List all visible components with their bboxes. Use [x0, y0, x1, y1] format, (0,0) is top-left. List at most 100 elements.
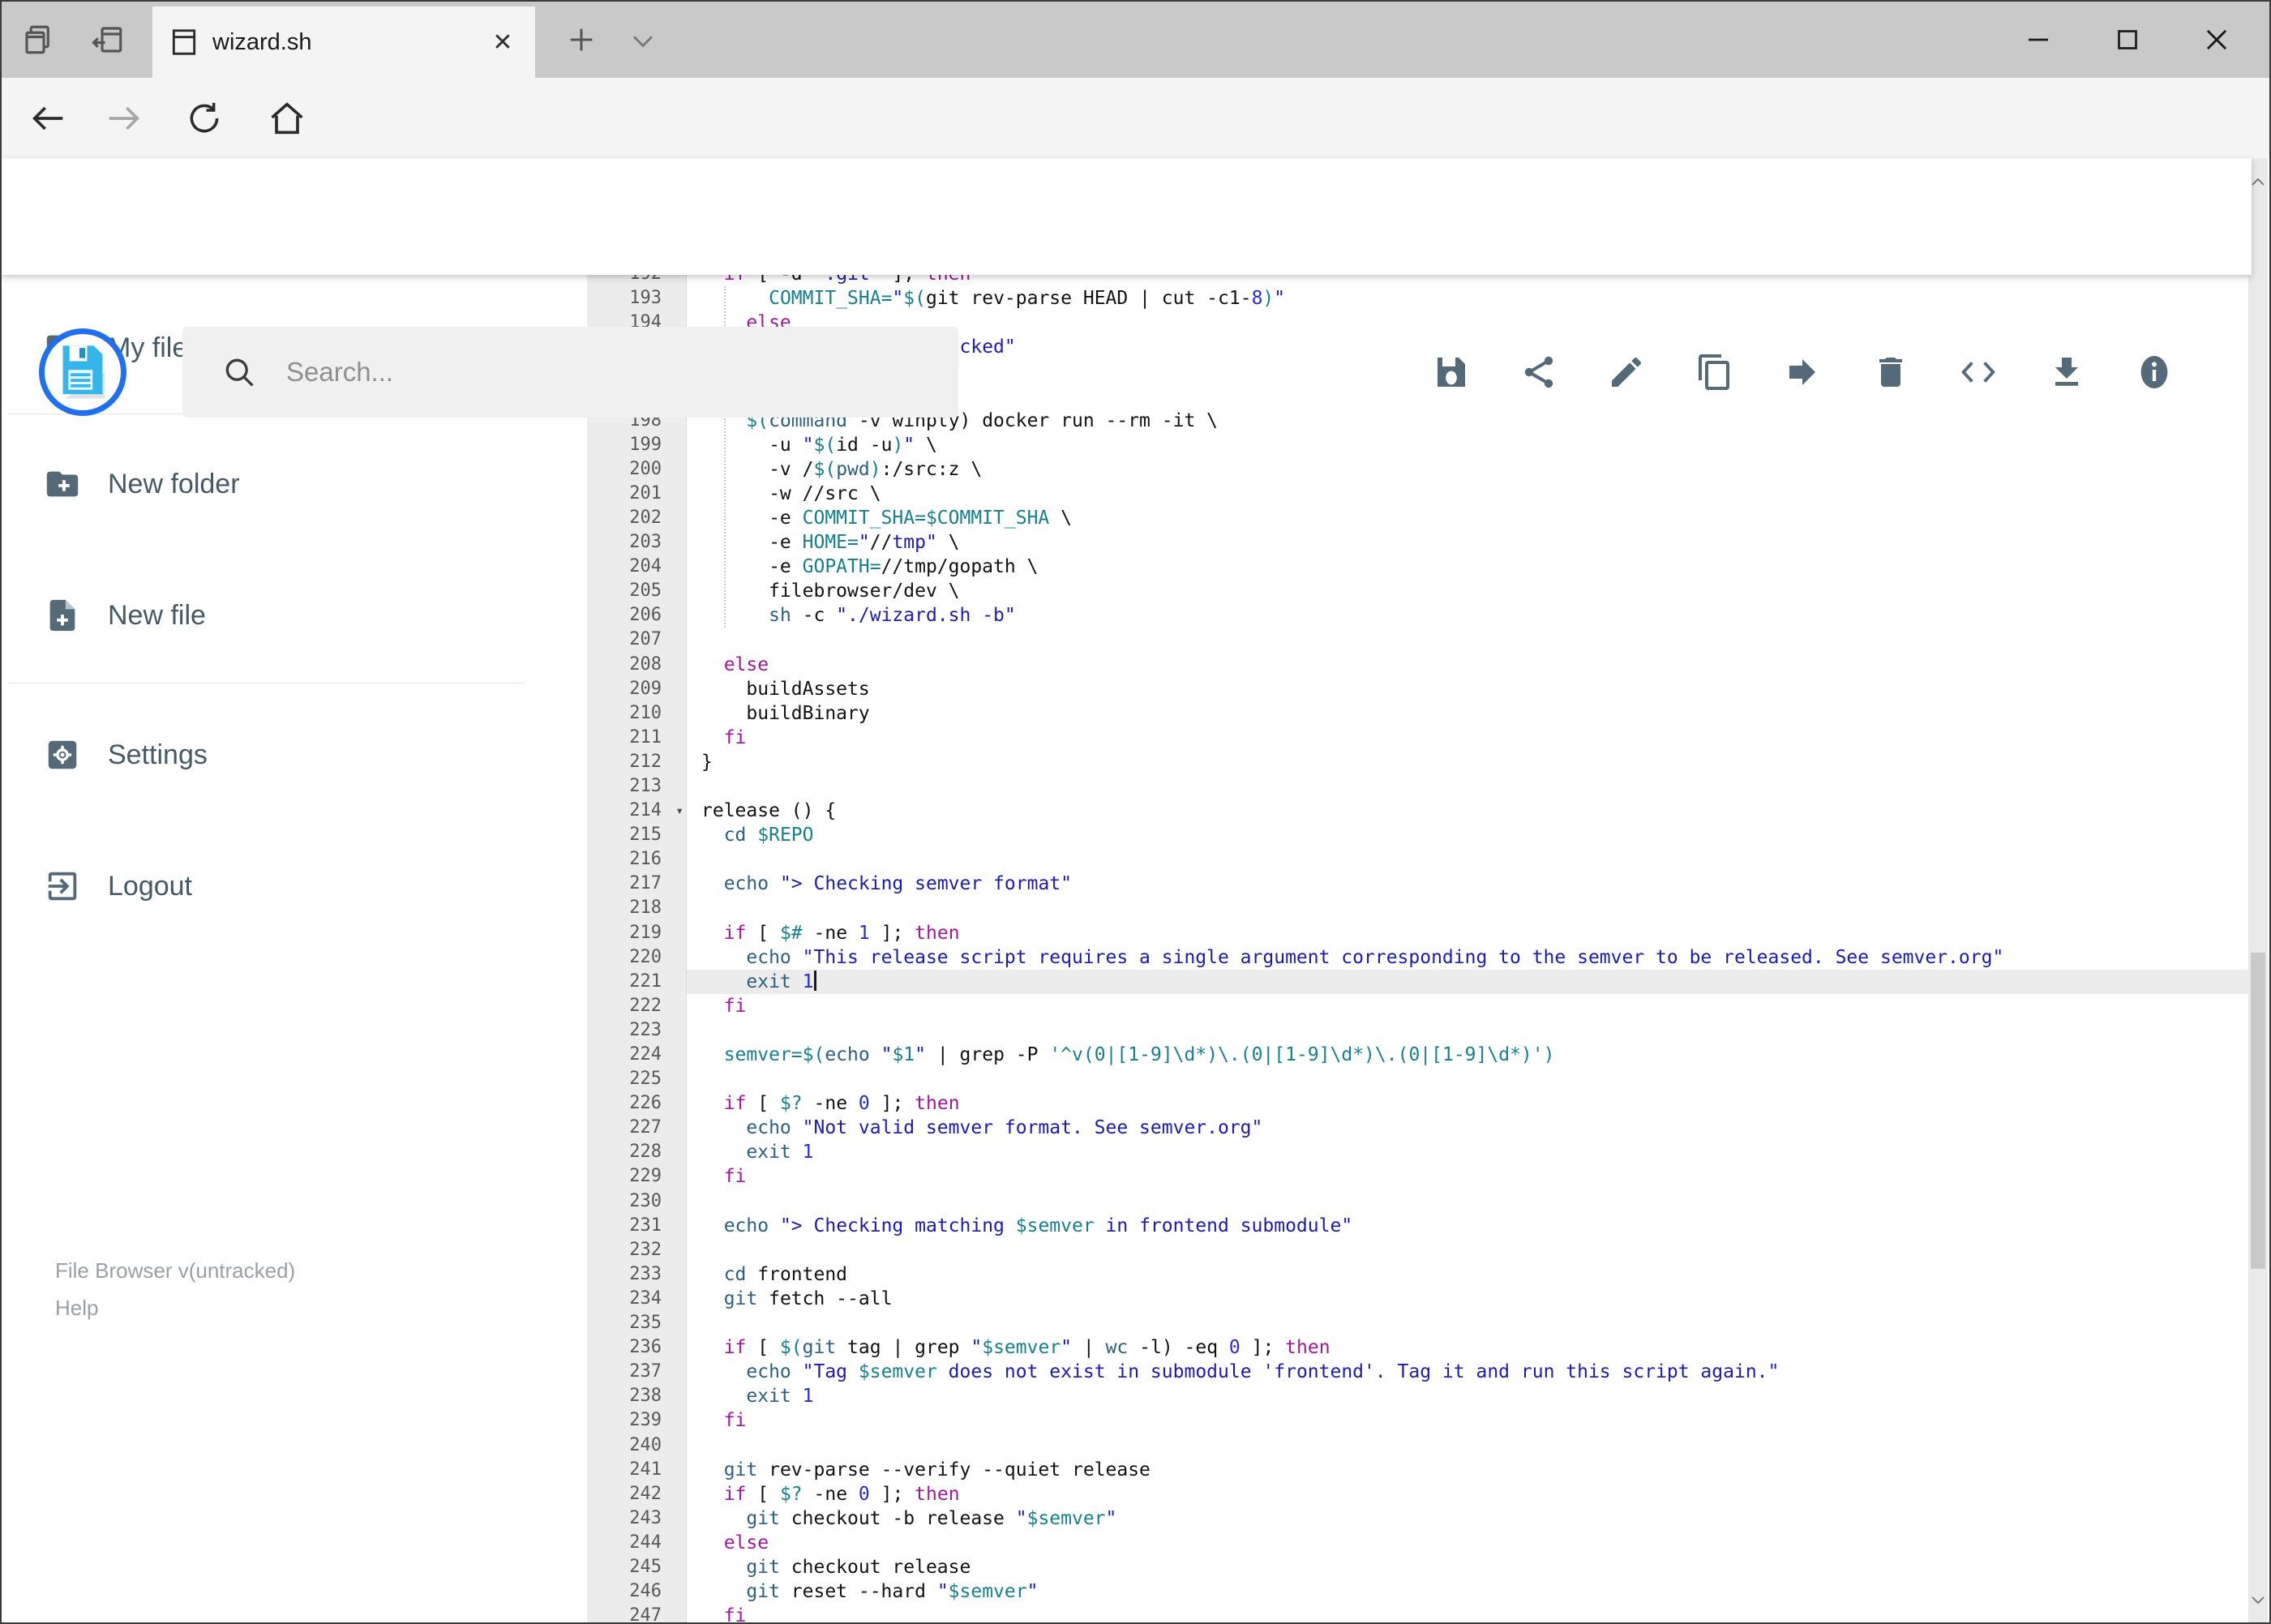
code-line-text[interactable]: if [ $? -ne 0 ]; then	[687, 1482, 2252, 1506]
share-button[interactable]	[1519, 352, 1559, 392]
line-number[interactable]: 222	[587, 993, 687, 1018]
code-line-text[interactable]	[687, 1067, 2252, 1091]
line-number[interactable]: 227	[587, 1116, 687, 1141]
code-line-text[interactable]: echo "> Checking semver format"	[687, 872, 2252, 896]
sidebar-item-new-folder[interactable]: New folder	[2, 458, 569, 510]
scrollbar-thumb[interactable]	[2251, 953, 2265, 1269]
code-line-text[interactable]	[687, 1433, 2252, 1458]
code-line-text[interactable]: cd frontend	[687, 1262, 2252, 1287]
line-number[interactable]: 210	[587, 701, 687, 726]
code-line-text[interactable]	[687, 1189, 2252, 1214]
sidebar-item-settings[interactable]: Settings	[2, 729, 569, 781]
line-number[interactable]: 208	[587, 652, 687, 677]
sidebar-item-logout[interactable]: Logout	[2, 860, 569, 912]
line-number[interactable]: 200	[587, 456, 687, 482]
code-line-text[interactable]: buildBinary	[687, 701, 2252, 726]
line-number[interactable]: 239	[587, 1408, 687, 1433]
line-number[interactable]: 215	[587, 823, 687, 848]
line-number[interactable]: 243	[587, 1506, 687, 1531]
code-line-text[interactable]: fi	[687, 994, 2252, 1018]
close-window-button[interactable]	[2172, 2, 2261, 78]
move-button[interactable]	[1782, 352, 1823, 392]
code-line-text[interactable]: }	[687, 750, 2252, 774]
scroll-down-button[interactable]	[2248, 1582, 2268, 1618]
line-number[interactable]: 233	[587, 1262, 687, 1287]
code-line-text[interactable]	[687, 847, 2252, 872]
save-button[interactable]	[1430, 352, 1471, 392]
code-line-text[interactable]: -e HOME="//tmp" \	[687, 530, 2252, 555]
line-number[interactable]: 228	[587, 1140, 687, 1165]
line-number[interactable]: 240	[587, 1433, 687, 1458]
code-view-button[interactable]	[1958, 352, 1999, 392]
maximize-button[interactable]	[2083, 2, 2172, 78]
code-line-text[interactable]: if [ $(git tag | grep "$semver" | wc -l)…	[687, 1335, 2252, 1360]
line-number[interactable]: 224	[587, 1043, 687, 1068]
search-box[interactable]	[182, 327, 958, 418]
line-number[interactable]: 221	[587, 969, 687, 994]
code-line-text[interactable]: exit 1	[687, 969, 2252, 994]
code-line-text[interactable]: if [ -d ".git" ]; then	[687, 275, 2252, 286]
code-line-text[interactable]: cd $REPO	[687, 823, 2252, 847]
code-line-text[interactable]: exit 1	[687, 1384, 2252, 1408]
line-number[interactable]: 193	[587, 286, 687, 311]
code-line-text[interactable]: else	[687, 653, 2252, 677]
code-line-text[interactable]	[687, 1238, 2252, 1262]
code-line-text[interactable]: if [ $# -ne 1 ]; then	[687, 921, 2252, 945]
fold-marker-icon[interactable]: ▾	[675, 799, 683, 823]
line-number[interactable]: 216	[587, 847, 687, 872]
line-number[interactable]: 204	[587, 555, 687, 580]
tab-list-dropdown-button[interactable]	[624, 24, 662, 57]
line-number[interactable]: 219	[587, 920, 687, 945]
tab-close-button[interactable]: ✕	[486, 28, 519, 57]
code-line-text[interactable]: fi	[687, 1604, 2252, 1622]
line-number[interactable]: 199	[587, 432, 687, 457]
line-number[interactable]: 234	[587, 1286, 687, 1312]
set-tabs-aside-button[interactable]	[89, 21, 126, 58]
code-line-text[interactable]: echo "Tag $semver does not exist in subm…	[687, 1360, 2252, 1384]
code-line-text[interactable]: filebrowser/dev \	[687, 579, 2252, 603]
line-number[interactable]: 212	[587, 749, 687, 774]
line-number[interactable]: 206	[587, 603, 687, 628]
code-line-text[interactable]: if [ $? -ne 0 ]; then	[687, 1091, 2252, 1116]
rename-button[interactable]	[1606, 352, 1647, 392]
code-line-text[interactable]	[687, 896, 2252, 920]
line-number[interactable]: 211	[587, 725, 687, 750]
line-number[interactable]: 214 ▾	[587, 799, 687, 824]
refresh-button[interactable]	[178, 92, 230, 144]
line-number[interactable]: 247	[587, 1604, 687, 1622]
line-number[interactable]: 213	[587, 773, 687, 799]
code-line-text[interactable]	[687, 774, 2252, 799]
code-line-text[interactable]: -u "$(id -u)" \	[687, 433, 2252, 457]
code-line-text[interactable]	[687, 1311, 2252, 1335]
line-number[interactable]: 225	[587, 1067, 687, 1092]
back-button[interactable]	[23, 92, 75, 144]
tab-preview-button[interactable]	[19, 21, 57, 58]
line-number[interactable]: 245	[587, 1554, 687, 1580]
line-number[interactable]: 202	[587, 505, 687, 531]
code-line-text[interactable]: COMMIT_SHA="$(git rev-parse HEAD | cut -…	[687, 286, 2252, 311]
line-number[interactable]: 218	[587, 896, 687, 921]
code-line-text[interactable]: fi	[687, 1408, 2252, 1433]
new-tab-button[interactable]	[563, 21, 600, 58]
code-line-text[interactable]: git reset --hard "$semver"	[687, 1579, 2252, 1604]
help-link[interactable]: Help	[55, 1289, 295, 1326]
code-line-text[interactable]: -e COMMIT_SHA=$COMMIT_SHA \	[687, 506, 2252, 530]
minimize-button[interactable]	[1994, 2, 2083, 78]
home-button[interactable]	[261, 92, 313, 144]
forward-button[interactable]	[97, 92, 149, 144]
code-line-text[interactable]: -w //src \	[687, 482, 2252, 506]
copy-button[interactable]	[1695, 352, 1735, 392]
line-number[interactable]: 207	[587, 628, 687, 653]
code-line-text[interactable]: else	[687, 1531, 2252, 1555]
filebrowser-logo[interactable]	[39, 328, 126, 416]
code-line-text[interactable]: git rev-parse --verify --quiet release	[687, 1458, 2252, 1482]
line-number[interactable]: 217	[587, 872, 687, 897]
line-number[interactable]: 246	[587, 1579, 687, 1605]
download-button[interactable]	[2046, 352, 2087, 392]
line-number[interactable]: 201	[587, 481, 687, 506]
line-number[interactable]: 241	[587, 1457, 687, 1482]
line-number[interactable]: 238	[587, 1384, 687, 1409]
line-number[interactable]: 230	[587, 1189, 687, 1214]
line-number[interactable]: 232	[587, 1237, 687, 1262]
line-number[interactable]: 223	[587, 1018, 687, 1043]
